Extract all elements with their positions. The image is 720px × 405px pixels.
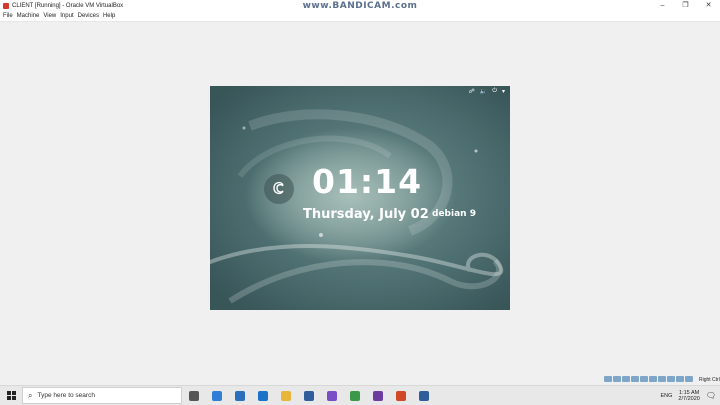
status-icon[interactable]	[631, 376, 639, 382]
menu-view[interactable]: View	[43, 13, 56, 19]
restore-button[interactable]: ❐	[674, 0, 697, 11]
explorer-icon-glyph	[281, 391, 291, 401]
status-icon[interactable]	[622, 376, 630, 382]
visual-studio-icon-glyph	[327, 391, 337, 401]
window-title-bar: CLIENT [Running] - Oracle VM VirtualBox …	[0, 0, 720, 11]
menu-devices[interactable]: Devices	[78, 13, 99, 19]
windows-logo-icon	[7, 391, 16, 400]
chevron-down-icon[interactable]: ▾	[502, 88, 505, 95]
status-icon[interactable]	[676, 376, 684, 382]
store-icon[interactable]	[228, 386, 251, 405]
power-icon[interactable]: ⏻	[492, 88, 497, 95]
tray-date: 2/7/2020	[678, 396, 699, 402]
status-icon[interactable]	[613, 376, 621, 382]
virtualbox-icon-glyph	[304, 391, 314, 401]
status-icon[interactable]	[649, 376, 657, 382]
status-icon[interactable]	[640, 376, 648, 382]
system-tray: ENG 1:15 AM 2/7/2020 🗨	[661, 386, 720, 405]
virtualbox-status-icons	[604, 376, 694, 384]
windows-taskbar: ⌕ Type here to search ENG 1:15 AM 2/7/20…	[0, 385, 720, 405]
status-icon[interactable]	[658, 376, 666, 382]
mail-icon[interactable]	[251, 386, 274, 405]
minimize-button[interactable]: –	[651, 0, 674, 11]
onenote-icon[interactable]	[366, 386, 389, 405]
tray-language[interactable]: ENG	[661, 393, 673, 399]
close-button[interactable]: ✕	[697, 0, 720, 11]
menu-file[interactable]: File	[3, 13, 13, 19]
edge-icon[interactable]	[205, 386, 228, 405]
store-icon-glyph	[235, 391, 245, 401]
task-view-icon-glyph	[189, 391, 199, 401]
debian-logo-icon	[264, 174, 294, 204]
vm-display[interactable]: ☍ 🔈 ⏻ ▾ 01:14 Thursday, July 02 debian 9	[210, 86, 510, 310]
powerpoint-icon[interactable]	[389, 386, 412, 405]
virtualbox-icon[interactable]	[297, 386, 320, 405]
menu-help[interactable]: Help	[103, 13, 115, 19]
mail-icon-glyph	[258, 391, 268, 401]
volume-icon[interactable]: 🔈	[480, 88, 487, 95]
search-placeholder: Type here to search	[37, 392, 94, 399]
notification-icon[interactable]: 🗨	[706, 391, 716, 400]
onenote-icon-glyph	[373, 391, 383, 401]
virtualbox-vm-icon[interactable]	[412, 386, 435, 405]
status-icon[interactable]	[667, 376, 675, 382]
menu-bar: File Machine View Input Devices Help	[0, 11, 720, 22]
menu-input[interactable]: Input	[60, 13, 73, 19]
lock-screen-date: Thursday, July 02	[303, 207, 428, 222]
task-view-icon[interactable]	[182, 386, 205, 405]
tray-time: 1:15 AM	[678, 390, 699, 396]
edge-icon-glyph	[212, 391, 222, 401]
os-label: debian 9	[432, 209, 476, 219]
bandicam-watermark: www.BANDICAM.com	[0, 1, 720, 11]
vm-top-panel: ☍ 🔈 ⏻ ▾	[210, 86, 510, 96]
search-icon: ⌕	[28, 391, 32, 401]
start-button[interactable]	[0, 386, 22, 405]
status-icon[interactable]	[685, 376, 693, 382]
chrome-icon[interactable]	[343, 386, 366, 405]
chrome-icon-glyph	[350, 391, 360, 401]
explorer-icon[interactable]	[274, 386, 297, 405]
menu-machine[interactable]: Machine	[17, 13, 40, 19]
lock-screen-time: 01:14	[312, 162, 412, 201]
status-icon[interactable]	[604, 376, 612, 382]
pinned-apps	[182, 386, 435, 405]
host-key-label: Right Ctrl	[699, 377, 720, 383]
window-controls: – ❐ ✕	[651, 0, 720, 11]
visual-studio-icon[interactable]	[320, 386, 343, 405]
tray-clock[interactable]: 1:15 AM 2/7/2020	[678, 390, 699, 402]
virtualbox-vm-icon-glyph	[419, 391, 429, 401]
network-icon[interactable]: ☍	[469, 88, 475, 95]
taskbar-search-box[interactable]: ⌕ Type here to search	[22, 387, 182, 404]
powerpoint-icon-glyph	[396, 391, 406, 401]
